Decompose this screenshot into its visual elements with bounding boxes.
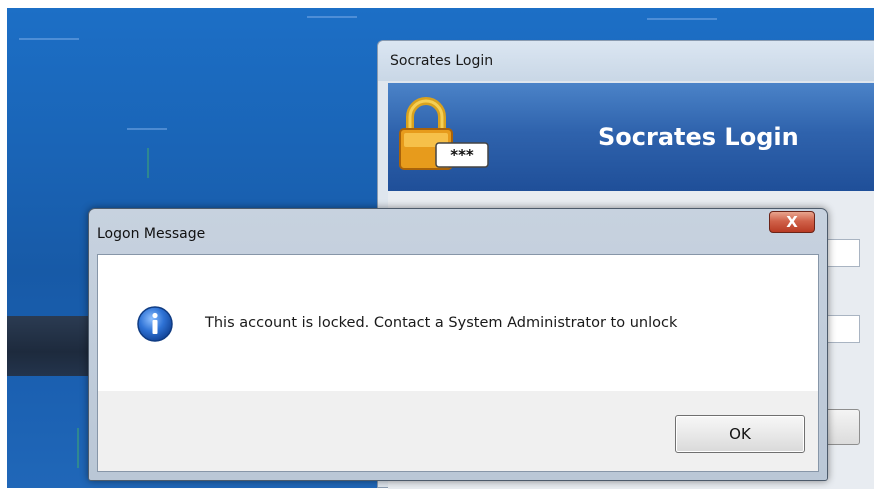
wallpaper-streak xyxy=(19,38,79,40)
close-button[interactable]: X xyxy=(769,211,815,233)
logon-message-dialog[interactable]: Logon Message X This account is locked. … xyxy=(88,208,828,481)
socrates-banner-title: Socrates Login xyxy=(598,123,799,151)
dialog-message-area: This account is locked. Contact a System… xyxy=(98,255,818,391)
wallpaper-streak xyxy=(307,16,357,18)
socrates-titlebar[interactable]: Socrates Login xyxy=(378,41,874,81)
wallpaper-streak xyxy=(647,18,717,20)
close-icon: X xyxy=(786,212,798,231)
dialog-message: This account is locked. Contact a System… xyxy=(205,315,678,331)
socrates-window-title: Socrates Login xyxy=(390,53,494,69)
dialog-title: Logon Message xyxy=(97,226,206,242)
dialog-content: This account is locked. Contact a System… xyxy=(97,254,819,472)
socrates-banner: *** Socrates Login xyxy=(388,83,874,191)
wallpaper-streak xyxy=(147,148,149,178)
ok-button[interactable]: OK xyxy=(675,415,805,453)
wallpaper-streak xyxy=(127,128,167,130)
lock-badge-text: *** xyxy=(450,146,474,164)
info-icon xyxy=(137,306,173,342)
padlock-icon: *** xyxy=(399,97,489,170)
wallpaper-streak xyxy=(77,428,79,468)
